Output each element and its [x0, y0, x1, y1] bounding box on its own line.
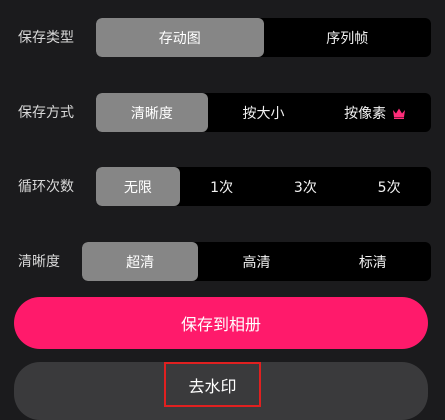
loop-count-option-infinite[interactable]: 无限 — [96, 167, 180, 206]
save-method-label: 保存方式 — [18, 105, 74, 121]
save-to-album-label: 保存到相册 — [180, 315, 261, 334]
save-method-segmented-control: 清晰度 按大小 按像素 — [96, 93, 431, 132]
save-type-label: 保存类型 — [18, 30, 74, 46]
clarity-option-ultra[interactable]: 超清 — [82, 242, 199, 281]
save-type-option-animated[interactable]: 存动图 — [96, 18, 264, 57]
loop-count-option-3[interactable]: 3次 — [264, 167, 348, 206]
save-type-segmented-control: 存动图 序列帧 — [96, 18, 431, 57]
remove-watermark-button[interactable]: 去水印 — [14, 362, 428, 420]
clarity-segmented-control: 超清 高清 标清 — [82, 242, 431, 281]
loop-count-label: 循环次数 — [18, 179, 74, 195]
save-method-option-pixels[interactable]: 按像素 — [319, 93, 431, 132]
save-to-album-button[interactable]: 保存到相册 — [14, 297, 428, 349]
remove-watermark-label: 去水印 — [188, 376, 237, 396]
save-method-option-clarity[interactable]: 清晰度 — [96, 93, 208, 132]
save-method-row: 保存方式 清晰度 按大小 按像素 — [0, 93, 445, 132]
clarity-row: 清晰度 超清 高清 标清 — [0, 242, 445, 281]
clarity-label: 清晰度 — [18, 254, 60, 270]
clarity-option-high[interactable]: 高清 — [198, 242, 314, 281]
loop-count-option-1[interactable]: 1次 — [180, 167, 264, 206]
loop-count-option-5[interactable]: 5次 — [347, 167, 431, 206]
remove-watermark-highlight: 去水印 — [164, 362, 261, 407]
save-type-row: 保存类型 存动图 序列帧 — [0, 18, 445, 57]
save-type-option-frames[interactable]: 序列帧 — [264, 18, 432, 57]
loop-count-row: 循环次数 无限 1次 3次 5次 — [0, 167, 445, 206]
crown-icon — [393, 108, 406, 119]
clarity-option-standard[interactable]: 标清 — [315, 242, 431, 281]
save-method-option-pixels-label: 按像素 — [344, 105, 387, 122]
loop-count-segmented-control: 无限 1次 3次 5次 — [96, 167, 431, 206]
save-method-option-size[interactable]: 按大小 — [208, 93, 320, 132]
